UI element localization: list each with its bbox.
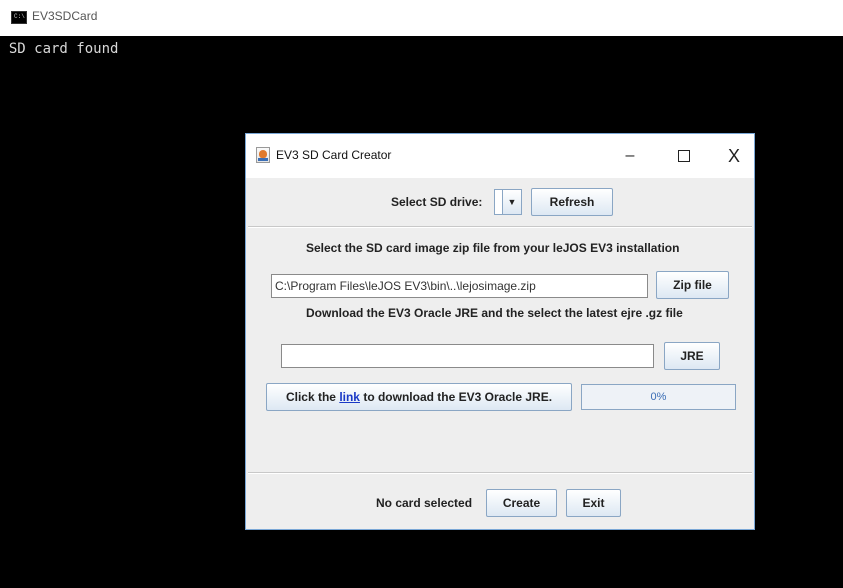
download-progress-bar: 0% (581, 384, 736, 410)
chevron-down-icon[interactable]: ▼ (502, 190, 521, 214)
zip-file-button[interactable]: Zip file (656, 271, 729, 299)
download-link[interactable]: link (339, 390, 360, 404)
jre-button[interactable]: JRE (664, 342, 720, 370)
console-icon: C:\ (11, 11, 27, 24)
sd-drive-select[interactable]: ▼ (494, 189, 522, 215)
zip-path-field[interactable]: C:\Program Files\leJOS EV3\bin\..\lejosi… (271, 274, 648, 298)
sd-card-creator-dialog: EV3 SD Card Creator – X Select SD drive:… (245, 133, 755, 530)
zip-instruction: Select the SD card image zip file from y… (306, 241, 680, 255)
java-cup-icon (256, 147, 270, 163)
status-text: No card selected (376, 496, 473, 510)
download-jre-button[interactable]: Click the link to download the EV3 Oracl… (266, 383, 572, 411)
console-title: EV3SDCard (32, 9, 98, 23)
download-prefix: Click the (285, 390, 340, 404)
separator (248, 226, 752, 228)
console-output: o SD card found (0, 41, 119, 57)
separator (248, 472, 752, 474)
jre-path-field[interactable] (281, 344, 654, 368)
minimize-icon[interactable]: – (616, 142, 644, 170)
jre-instruction: Download the EV3 Oracle JRE and the sele… (306, 306, 683, 320)
dialog-title-bar[interactable]: EV3 SD Card Creator – X (246, 134, 754, 178)
create-button[interactable]: Create (486, 489, 557, 517)
close-icon[interactable]: X (720, 142, 748, 170)
console-title-bar: C:\ EV3SDCard (0, 0, 843, 36)
refresh-button[interactable]: Refresh (531, 188, 613, 216)
dialog-title: EV3 SD Card Creator (276, 148, 392, 162)
maximize-icon[interactable] (670, 142, 698, 170)
select-drive-label: Select SD drive: (391, 195, 483, 209)
download-suffix: to download the EV3 Oracle JRE. (359, 390, 553, 404)
exit-button[interactable]: Exit (566, 489, 621, 517)
